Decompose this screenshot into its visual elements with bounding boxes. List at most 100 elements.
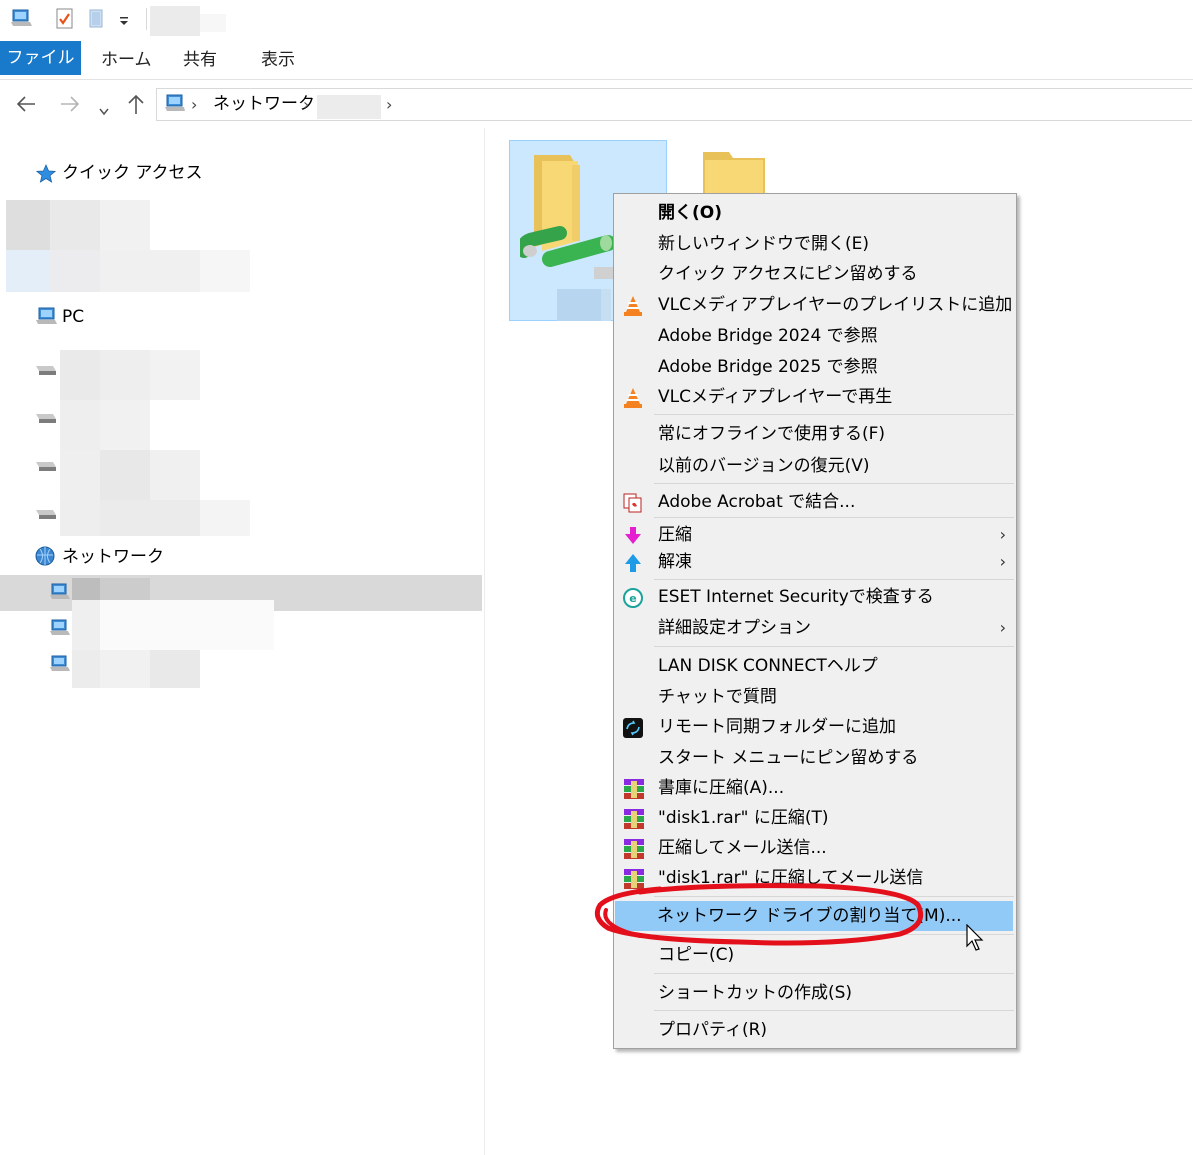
- redacted-entry: [601, 289, 611, 321]
- window-title-redacted: [200, 14, 226, 32]
- redacted-entry: [72, 600, 100, 650]
- menu-eset-scan[interactable]: e ESET Internet Securityで検査する: [616, 583, 1014, 611]
- address-bar[interactable]: › ネットワーク › ›: [156, 88, 1192, 121]
- recent-locations-chevron-icon[interactable]: [98, 98, 110, 124]
- menu-map-network-drive[interactable]: ネットワーク ドライブの割り当て(M)...: [615, 901, 1013, 931]
- menu-winrar-add-archive[interactable]: 書庫に圧縮(A)...: [616, 774, 1014, 802]
- ribbon-tabs: ファイル ホーム 共有 表示: [0, 41, 1193, 80]
- vlc-cone-icon: [622, 295, 644, 317]
- menu-adobe-bridge-2024[interactable]: Adobe Bridge 2024 で参照: [616, 322, 1014, 350]
- menu-restore-previous-versions[interactable]: 以前のバージョンの復元(V): [616, 452, 1014, 480]
- redacted-entry: [150, 650, 200, 688]
- shared-folder-icon: [516, 151, 620, 285]
- winrar-icon: [622, 778, 644, 800]
- network-computer-icon: [48, 619, 70, 643]
- redacted-entry: [150, 450, 200, 500]
- menu-pin-start[interactable]: スタート メニューにピン留めする: [616, 744, 1014, 772]
- menu-chat-ask[interactable]: チャットで質問: [616, 683, 1014, 711]
- tab-file[interactable]: ファイル: [0, 41, 81, 75]
- winrar-icon: [622, 868, 644, 890]
- breadcrumb-host-redacted[interactable]: [317, 95, 381, 119]
- menu-separator: [654, 414, 1014, 415]
- tab-view[interactable]: 表示: [261, 41, 295, 79]
- menu-copy[interactable]: コピー(C): [616, 941, 1014, 969]
- breadcrumb-chevron-icon[interactable]: ›: [191, 89, 197, 120]
- menu-open[interactable]: 開く(O): [616, 199, 1014, 227]
- drive-icon: [33, 506, 57, 525]
- redacted-entry: [100, 600, 274, 650]
- up-arrow-icon[interactable]: [125, 92, 147, 123]
- network-icon: [34, 545, 56, 571]
- network-computer-icon: [48, 583, 70, 607]
- nav-pc[interactable]: PC: [62, 305, 84, 329]
- redacted-entry: [100, 500, 200, 536]
- submenu-chevron-icon: ›: [999, 552, 1006, 571]
- menu-always-offline[interactable]: 常にオフラインで使用する(F): [616, 420, 1014, 448]
- breadcrumb-chevron-icon[interactable]: ›: [386, 89, 392, 120]
- menu-winrar-compress-disk1-email[interactable]: "disk1.rar" に圧縮してメール送信: [616, 864, 1014, 892]
- properties-check-icon[interactable]: [55, 8, 75, 29]
- submenu-chevron-icon: ›: [999, 525, 1006, 544]
- redacted-entry: [100, 350, 150, 400]
- menu-extract[interactable]: 解凍 ›: [616, 548, 1014, 576]
- redacted-entry: [100, 400, 150, 450]
- redacted-entry: [60, 350, 100, 400]
- compress-arrow-icon: [622, 525, 644, 547]
- menu-separator: [654, 973, 1014, 974]
- menu-compress[interactable]: 圧縮 ›: [616, 521, 1014, 549]
- nav-network[interactable]: ネットワーク: [62, 545, 164, 569]
- tab-home[interactable]: ホーム: [101, 41, 152, 79]
- menu-lan-disk-help[interactable]: LAN DISK CONNECTヘルプ: [616, 652, 1014, 680]
- svg-text:e: e: [629, 592, 636, 605]
- menu-advanced-options[interactable]: 詳細設定オプション ›: [616, 614, 1014, 642]
- tab-share[interactable]: 共有: [183, 41, 217, 79]
- menu-separator: [654, 896, 1014, 897]
- forward-arrow-icon[interactable]: [58, 92, 82, 123]
- menu-create-shortcut[interactable]: ショートカットの作成(S): [616, 979, 1014, 1007]
- menu-winrar-compress-email[interactable]: 圧縮してメール送信...: [616, 834, 1014, 862]
- redacted-entry: [557, 289, 601, 321]
- submenu-chevron-icon: ›: [999, 618, 1006, 637]
- network-computer-icon: [48, 655, 70, 679]
- menu-properties[interactable]: プロパティ(R): [616, 1016, 1014, 1044]
- computer-icon[interactable]: [10, 8, 32, 28]
- menu-separator: [654, 483, 1014, 484]
- quick-access-star-icon: [35, 163, 57, 188]
- menu-separator: [654, 517, 1014, 518]
- redacted-entry: [6, 250, 50, 292]
- redacted-entry: [72, 650, 100, 688]
- network-computer-icon: [163, 94, 185, 118]
- new-folder-icon[interactable]: [88, 8, 108, 28]
- redacted-entry: [60, 500, 100, 536]
- redacted-entry: [60, 450, 100, 500]
- context-menu: 開く(O) 新しいウィンドウで開く(E) クイック アクセスにピン留めする VL…: [613, 193, 1017, 1049]
- customize-dropdown-icon[interactable]: [118, 12, 138, 32]
- toolbar-separator: [146, 8, 147, 30]
- menu-adobe-bridge-2025[interactable]: Adobe Bridge 2025 で参照: [616, 353, 1014, 381]
- winrar-icon: [622, 838, 644, 860]
- menu-vlc-add-playlist[interactable]: VLCメディアプレイヤーのプレイリストに追加: [616, 291, 1014, 319]
- redacted-entry: [72, 578, 100, 600]
- mouse-pointer-icon: [966, 923, 986, 958]
- redacted-entry: [50, 250, 100, 292]
- breadcrumb-chevron-icon[interactable]: ›: [303, 89, 309, 120]
- extract-arrow-icon: [622, 552, 644, 574]
- menu-winrar-compress-disk1[interactable]: "disk1.rar" に圧縮(T): [616, 804, 1014, 832]
- drive-icon: [33, 362, 57, 381]
- breadcrumb-network[interactable]: ネットワーク: [213, 89, 315, 120]
- menu-vlc-play[interactable]: VLCメディアプレイヤーで再生: [616, 383, 1014, 411]
- redacted-entry: [100, 650, 150, 688]
- acrobat-combine-icon: [622, 492, 644, 514]
- back-arrow-icon[interactable]: [14, 92, 38, 123]
- menu-open-new-window[interactable]: 新しいウィンドウで開く(E): [616, 230, 1014, 258]
- nav-quick-access[interactable]: クイック アクセス: [62, 161, 203, 185]
- redacted-entry: [100, 250, 200, 292]
- menu-pin-quick-access[interactable]: クイック アクセスにピン留めする: [616, 260, 1014, 288]
- redacted-entry: [50, 200, 100, 250]
- menu-remote-sync-folder[interactable]: リモート同期フォルダーに追加: [616, 713, 1014, 741]
- pane-divider[interactable]: [484, 128, 485, 1155]
- menu-separator: [654, 646, 1014, 647]
- menu-acrobat-combine[interactable]: Adobe Acrobat で結合...: [616, 488, 1014, 516]
- redacted-entry: [100, 200, 150, 250]
- folder-icon[interactable]: [703, 150, 765, 198]
